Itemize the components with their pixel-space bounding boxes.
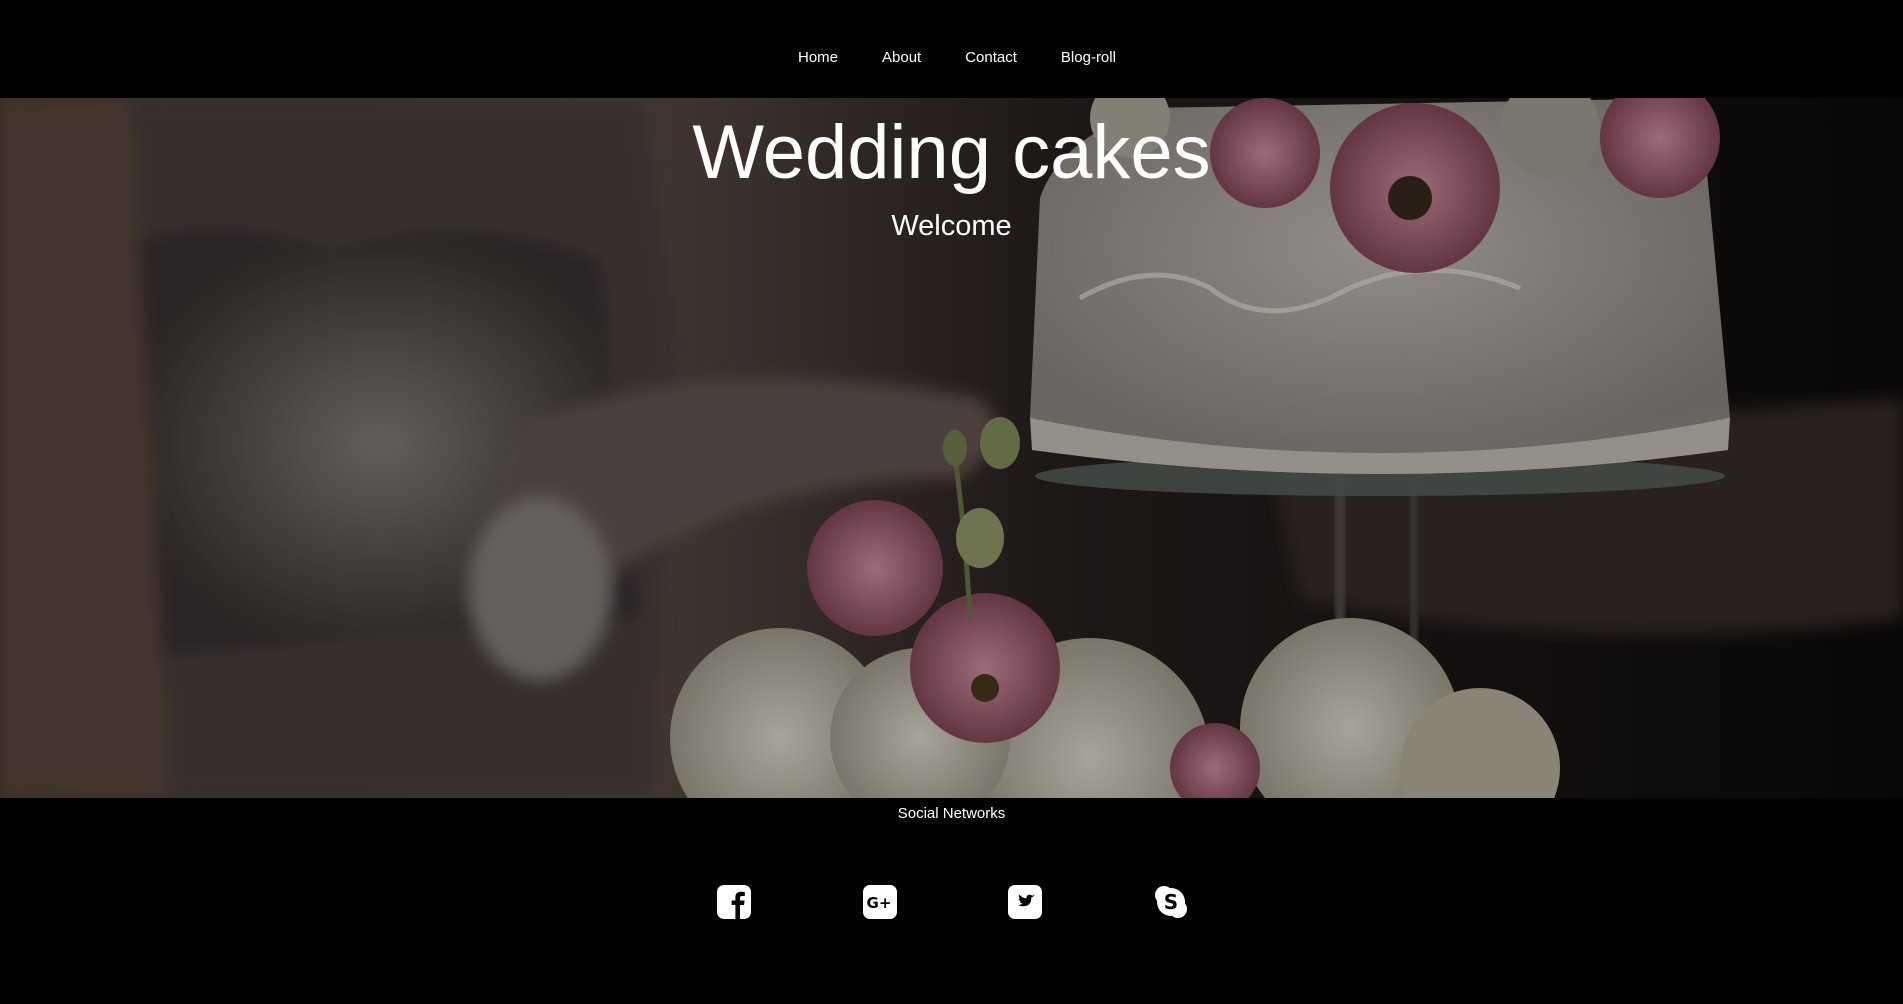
- nav-link-contact[interactable]: Contact: [943, 47, 1039, 69]
- nav-item-blog-roll: Blog-roll: [1039, 47, 1138, 69]
- skype-icon: S: [1155, 886, 1187, 918]
- footer-title: Social Networks: [897, 805, 1006, 822]
- social-links: G+ S: [0, 884, 1903, 920]
- nav-item-home: Home: [776, 47, 860, 69]
- page-title: Wedding cakes: [692, 110, 1211, 195]
- hero-banner: Wedding cakes Welcome: [0, 98, 1903, 798]
- twitter-link[interactable]: [1007, 884, 1043, 920]
- skype-link[interactable]: S: [1153, 884, 1189, 920]
- google-plus-icon: G+: [863, 885, 897, 919]
- nav-link-blog-roll[interactable]: Blog-roll: [1039, 47, 1138, 69]
- top-navigation: Home About Contact Blog-roll: [0, 0, 1903, 98]
- nav-link-about[interactable]: About: [860, 47, 943, 69]
- page-subtitle: Welcome: [891, 210, 1012, 242]
- twitter-icon: [1008, 885, 1042, 919]
- facebook-link[interactable]: [716, 884, 752, 920]
- nav-menu: Home About Contact Blog-roll: [776, 47, 1138, 69]
- svg-text:S: S: [1164, 890, 1178, 914]
- nav-item-contact: Contact: [943, 47, 1039, 69]
- nav-link-home[interactable]: Home: [776, 47, 860, 69]
- google-plus-link[interactable]: G+: [862, 884, 898, 920]
- nav-item-about: About: [860, 47, 943, 69]
- footer: Social Networks G+ S: [0, 798, 1903, 1004]
- wedding-cake-photo: [0, 98, 1903, 798]
- facebook-icon: [717, 885, 751, 919]
- svg-text:G+: G+: [867, 894, 892, 912]
